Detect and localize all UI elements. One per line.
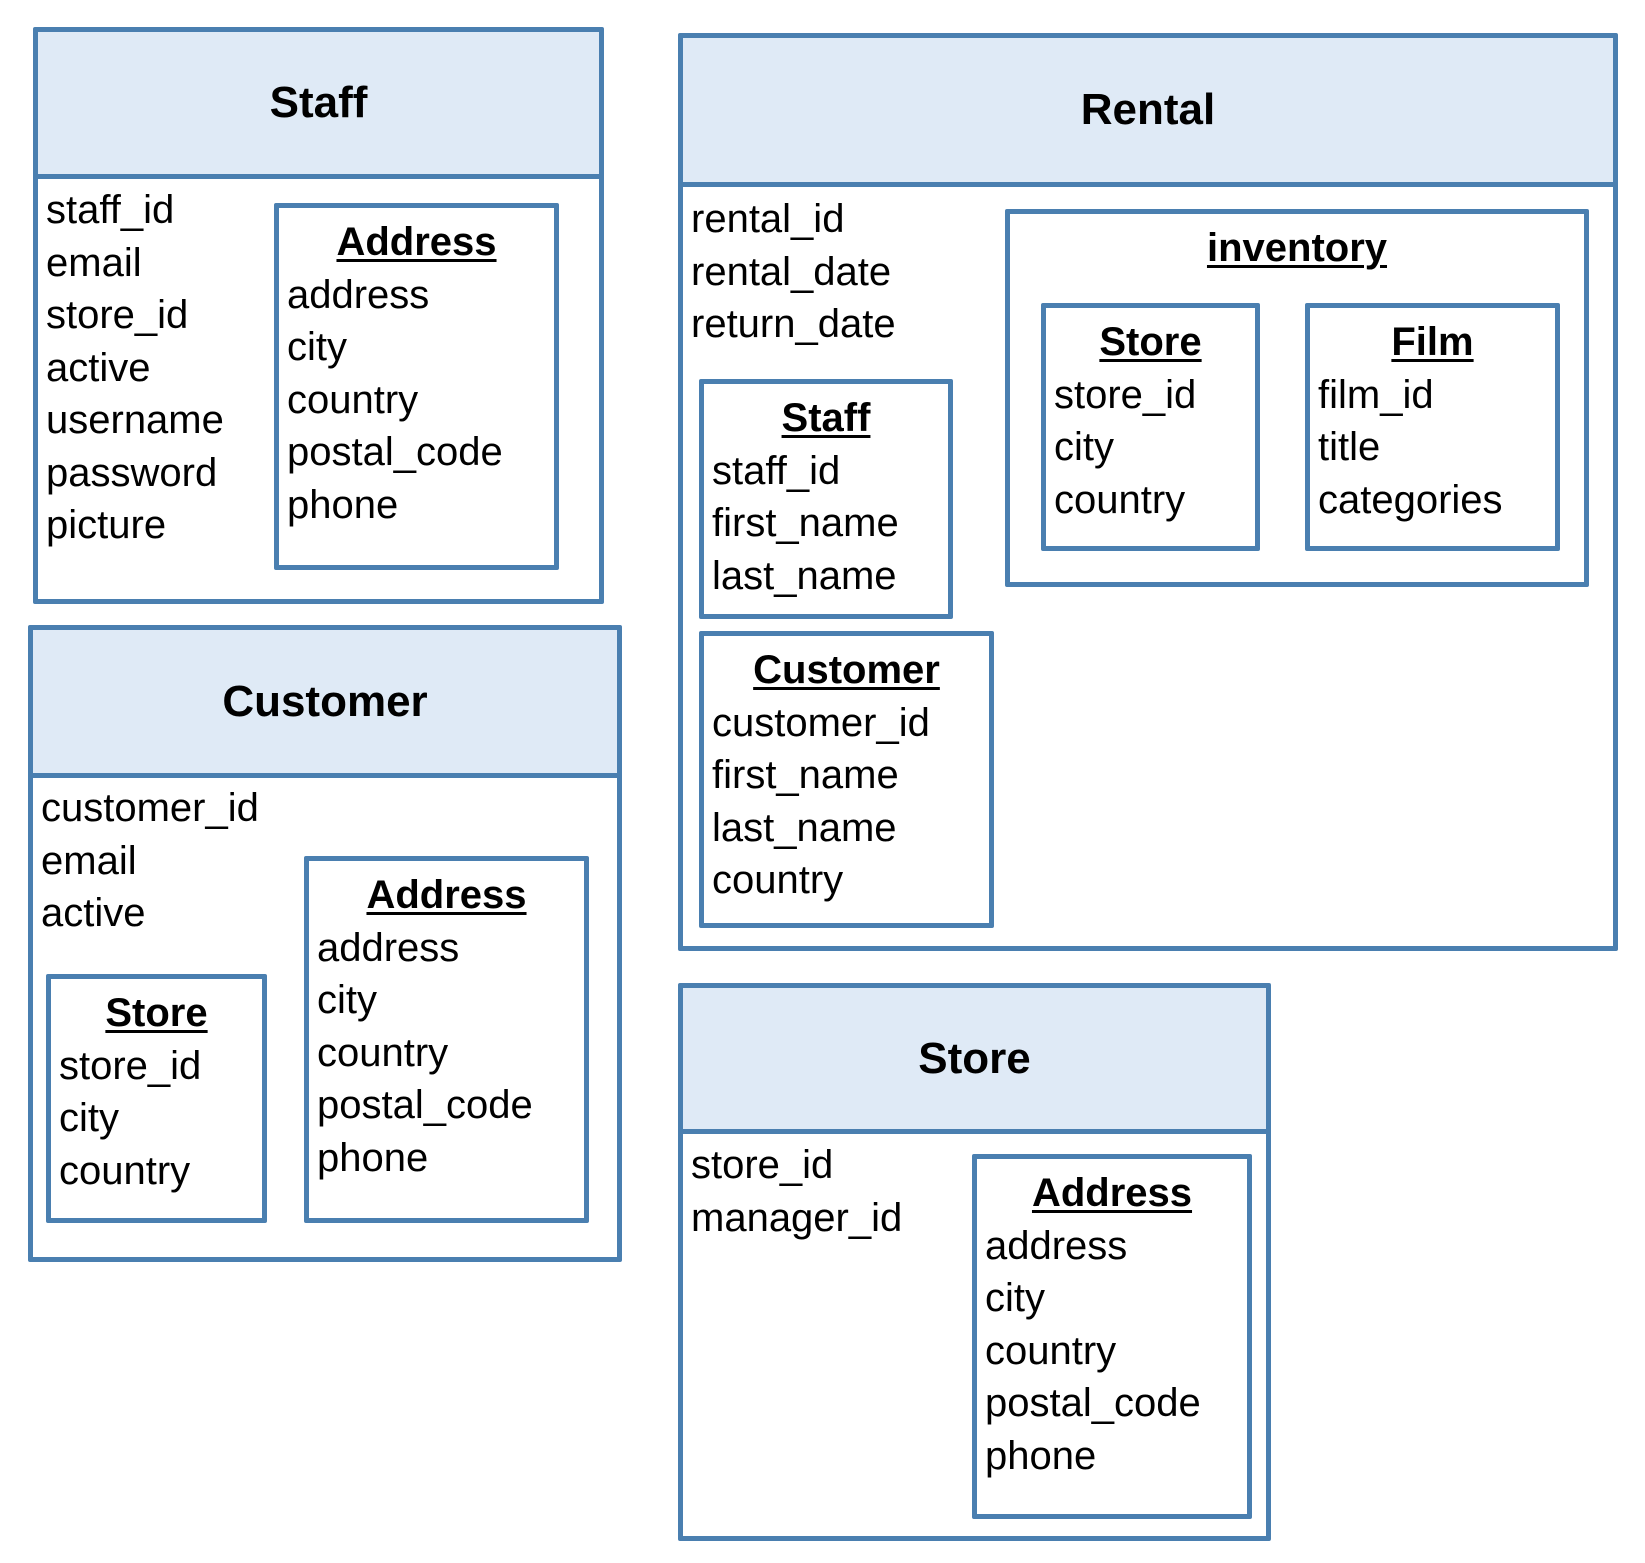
- field: picture: [46, 503, 167, 547]
- staff-fields: staff_id email store_id active username …: [46, 184, 224, 552]
- inventory-film-title: Film: [1391, 320, 1474, 364]
- rental-customer-title: Customer: [753, 648, 940, 692]
- customer-store-fields: store_id city country: [51, 1040, 262, 1198]
- inventory-store-title: Store: [1099, 320, 1202, 364]
- customer-address-title: Address: [366, 873, 527, 917]
- inventory-film-fields: film_id title categories: [1310, 369, 1555, 527]
- inventory-store-box: Store store_id city country: [1041, 303, 1260, 551]
- store-header: Store: [683, 988, 1266, 1134]
- field: customer_id: [712, 700, 930, 745]
- field: title: [1318, 425, 1381, 469]
- staff-title: Staff: [269, 78, 368, 127]
- store-title: Store: [918, 1033, 1031, 1083]
- store-address-box: Address address city country postal_code…: [972, 1154, 1252, 1519]
- field: first_name: [712, 753, 899, 797]
- field: email: [46, 240, 142, 285]
- field: postal_code: [317, 1083, 533, 1127]
- field: postal_code: [985, 1381, 1201, 1425]
- field: email: [41, 838, 137, 883]
- field: staff_id: [712, 448, 841, 493]
- field: country: [59, 1148, 191, 1193]
- customer-address-box: Address address city country postal_code…: [304, 856, 589, 1223]
- field: phone: [985, 1433, 1097, 1478]
- customer-header: Customer: [33, 630, 617, 778]
- rental-customer-box: Customer customer_id first_name last_nam…: [699, 631, 994, 928]
- field: last_name: [712, 553, 897, 598]
- field: city: [1054, 425, 1114, 469]
- field: address: [985, 1223, 1128, 1268]
- field: city: [287, 325, 347, 369]
- field: postal_code: [287, 430, 503, 474]
- field: country: [712, 858, 844, 902]
- customer-entity: Customer customer_id email active Store …: [28, 625, 622, 1262]
- rental-staff-box: Staff staff_id first_name last_name: [699, 379, 953, 619]
- customer-fields: customer_id email active: [41, 782, 259, 940]
- field: rental_date: [691, 249, 892, 294]
- field: city: [317, 978, 377, 1022]
- inventory-title: inventory: [1206, 226, 1388, 270]
- customer-store-box: Store store_id city country: [46, 974, 267, 1223]
- field: phone: [317, 1135, 429, 1180]
- field: store_id: [59, 1043, 202, 1088]
- inventory-store-fields: store_id city country: [1046, 369, 1255, 527]
- rental-inventory-box: inventory Store store_id city country Fi…: [1005, 209, 1589, 587]
- staff-address-fields: address city country postal_code phone: [279, 269, 554, 532]
- field: last_name: [712, 805, 897, 850]
- field: first_name: [712, 501, 899, 545]
- store-address-title: Address: [1031, 1171, 1193, 1215]
- field: address: [317, 925, 460, 970]
- field: active: [41, 891, 146, 935]
- store-entity: Store store_id manager_id Address addres…: [678, 983, 1271, 1541]
- rental-staff-fields: staff_id first_name last_name: [704, 445, 948, 603]
- store-fields: store_id manager_id: [691, 1139, 902, 1244]
- field: password: [46, 450, 218, 495]
- rental-fields: rental_id rental_date return_date: [691, 193, 896, 351]
- field: customer_id: [41, 786, 259, 830]
- rental-entity: Rental rental_id rental_date return_date…: [678, 33, 1618, 951]
- customer-store-title: Store: [105, 991, 208, 1035]
- staff-address-box: Address address city country postal_code…: [274, 203, 559, 570]
- field: country: [317, 1030, 449, 1075]
- field: rental_id: [691, 197, 845, 241]
- inventory-film-box: Film film_id title categories: [1305, 303, 1560, 551]
- field: country: [287, 377, 419, 422]
- staff-entity: Staff staff_id email store_id active use…: [33, 27, 604, 604]
- customer-address-fields: address city country postal_code phone: [309, 922, 584, 1185]
- field: active: [46, 345, 151, 390]
- staff-address-title: Address: [336, 220, 497, 264]
- rental-customer-fields: customer_id first_name last_name country: [704, 697, 989, 907]
- rental-header: Rental: [683, 38, 1613, 187]
- field: store_id: [1054, 372, 1197, 417]
- field: manager_id: [691, 1195, 903, 1240]
- field: city: [59, 1096, 119, 1140]
- field: store_id: [46, 293, 189, 337]
- field: country: [985, 1328, 1117, 1373]
- field: phone: [287, 482, 399, 527]
- rental-staff-title: Staff: [781, 396, 871, 440]
- field: city: [985, 1276, 1045, 1320]
- staff-header: Staff: [38, 32, 599, 179]
- store-address-fields: address city country postal_code phone: [977, 1220, 1247, 1483]
- field: country: [1054, 477, 1186, 522]
- rental-title: Rental: [1080, 85, 1216, 134]
- field: staff_id: [46, 188, 175, 232]
- field: film_id: [1318, 372, 1434, 417]
- field: address: [287, 272, 430, 317]
- field: categories: [1318, 477, 1503, 522]
- field: return_date: [691, 302, 896, 346]
- field: username: [46, 398, 224, 442]
- field: store_id: [691, 1143, 834, 1187]
- customer-title: Customer: [222, 676, 428, 726]
